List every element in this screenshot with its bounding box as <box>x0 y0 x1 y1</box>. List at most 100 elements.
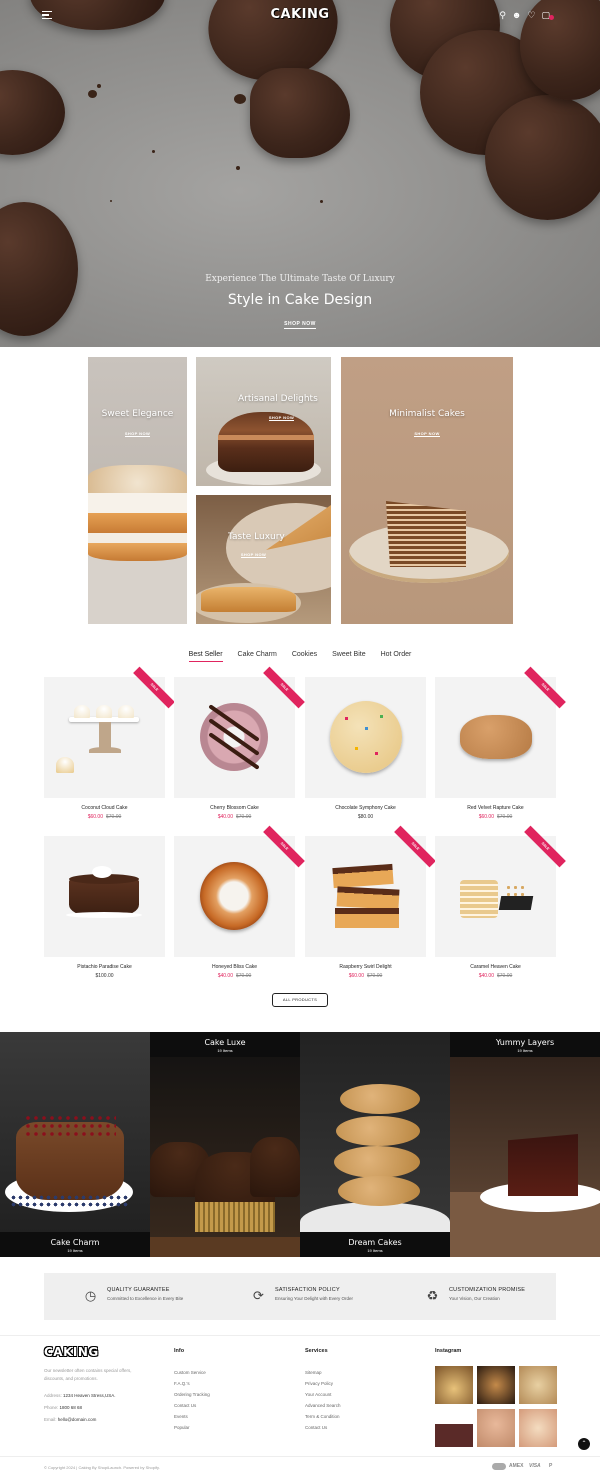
cookie-crumb <box>236 166 240 170</box>
banner-taste-luxury[interactable]: Taste Luxury SHOP NOW <box>196 495 331 624</box>
product-price: $60.00 $70.00 <box>435 814 556 820</box>
product-name[interactable]: Caramel Heaven Cake <box>435 964 556 970</box>
product-image[interactable] <box>305 836 426 957</box>
hero-shop-now-button[interactable]: SHOP NOW <box>284 321 316 329</box>
product-card[interactable]: SALE Honeyed Bliss Cake $40.00 $70.00 <box>174 825 305 979</box>
cookie-crumb <box>88 90 97 98</box>
instagram-image[interactable] <box>519 1366 557 1404</box>
footer-link[interactable]: Sitemap <box>305 1370 322 1375</box>
footer-link[interactable]: Events <box>174 1414 188 1419</box>
phone-label: Phone: <box>44 1405 59 1410</box>
cookie-image <box>485 95 600 220</box>
price-current: $40.00 <box>478 973 494 979</box>
product-name[interactable]: Coconut Cloud Cake <box>44 805 165 811</box>
scroll-to-top-button[interactable]: ⌃ <box>578 1438 590 1450</box>
price-old: $70.00 <box>367 973 383 979</box>
footer-logo[interactable]: CAKING <box>44 1345 99 1359</box>
banner-shop-now-button[interactable]: SHOP NOW <box>414 431 440 437</box>
product-image[interactable] <box>44 677 165 798</box>
product-image[interactable] <box>435 677 556 798</box>
footer-link[interactable]: Term & Condition <box>305 1414 340 1419</box>
instagram-image[interactable] <box>477 1366 515 1404</box>
instagram-image[interactable] <box>435 1409 473 1447</box>
footer-email: Email: hello@domain.com <box>44 1417 96 1422</box>
footer-link[interactable]: F.A.Q.'s <box>174 1381 190 1386</box>
policies-bar: ◷ QUALITY GUARANTEE Committed to Excelle… <box>44 1273 556 1320</box>
footer-link[interactable]: Privacy Policy <box>305 1381 333 1386</box>
instagram-image[interactable] <box>519 1409 557 1447</box>
policy-title: QUALITY GUARANTEE <box>107 1287 170 1293</box>
product-image[interactable] <box>44 836 165 957</box>
product-name[interactable]: Raspberry Swirl Delight <box>305 964 426 970</box>
price-current: $60.00 <box>348 973 364 979</box>
price-old: $70.00 <box>106 814 122 820</box>
collection-title: Dream Cakes <box>348 1238 402 1247</box>
collection-count: 19 Items <box>67 1248 83 1253</box>
cake-icon: ♻ <box>426 1288 439 1303</box>
product-card[interactable]: Pistachio Paradise Cake $100.00 <box>44 836 165 979</box>
instagram-image[interactable] <box>477 1409 515 1447</box>
product-card[interactable]: Chocolate Symphony Cake $80.00 <box>305 677 426 820</box>
cookie-crumb <box>320 200 323 203</box>
tab-best-seller[interactable]: Best Seller <box>188 651 223 662</box>
tab-hot-order[interactable]: Hot Order <box>381 651 412 662</box>
footer-link[interactable]: Advanced Search <box>305 1403 341 1408</box>
banner-shop-now-button[interactable]: SHOP NOW <box>240 552 267 558</box>
policy-satisfaction: ⟳ SATISFACTION POLICY Ensuring Your Deli… <box>250 1287 353 1304</box>
price-old: $70.00 <box>497 814 513 820</box>
all-products-button[interactable]: ALL PRODUCTS <box>272 993 328 1007</box>
footer-link[interactable]: Popular <box>174 1425 190 1430</box>
banner-shop-now-button[interactable]: SHOP NOW <box>124 431 151 437</box>
email-value[interactable]: hello@domain.com <box>58 1417 97 1422</box>
product-name[interactable]: Honeyed Bliss Cake <box>174 964 295 970</box>
instagram-image[interactable] <box>435 1366 473 1404</box>
footer-link[interactable]: Your Account <box>305 1392 331 1397</box>
product-image[interactable] <box>435 836 556 957</box>
product-card[interactable]: SALE Cherry Blossom Cake $40.00 $70.00 <box>174 666 305 820</box>
policy-title: SATISFACTION POLICY <box>275 1287 340 1293</box>
price-current: $60.00 <box>87 814 103 820</box>
footer-divider <box>0 1335 600 1336</box>
banner-sweet-elegance[interactable]: Sweet Elegance SHOP NOW <box>88 357 187 624</box>
collection-cake-luxe[interactable]: Cake Luxe 19 Items <box>150 1032 300 1257</box>
hero-title: Style in Cake Design <box>227 292 373 308</box>
footer-link[interactable]: Contact Us <box>305 1425 327 1430</box>
collection-count: 19 Items <box>217 1048 233 1053</box>
tab-sweet-bite[interactable]: Sweet Bite <box>332 651 365 662</box>
policy-subtitle: Ensuring Your Delight with Every Order <box>275 1296 354 1301</box>
cake-image <box>88 513 187 533</box>
product-name[interactable]: Red Velvet Rapture Cake <box>435 805 556 811</box>
heart-icon[interactable]: ♡ <box>527 10 535 20</box>
footer-link[interactable]: Contact Us <box>174 1403 196 1408</box>
banner-shop-now-wrap: SHOP NOW <box>341 431 513 437</box>
product-card[interactable]: SALE Red Velvet Rapture Cake $60.00 $70.0… <box>435 666 566 820</box>
product-name[interactable]: Pistachio Paradise Cake <box>44 964 165 970</box>
product-name[interactable]: Chocolate Symphony Cake <box>305 805 426 811</box>
product-price: $80.00 <box>305 814 426 820</box>
collection-dream-cakes[interactable]: Dream Cakes 19 Items <box>300 1032 450 1257</box>
hero-shop-now-wrap: SHOP NOW <box>0 321 600 329</box>
footer-link[interactable]: Custom Service <box>174 1370 206 1375</box>
product-name[interactable]: Cherry Blossom Cake <box>174 805 295 811</box>
banner-shop-now-button[interactable]: SHOP NOW <box>268 415 295 421</box>
footer-address: Address: 1234 Heaven Stress,USA. <box>44 1393 116 1398</box>
footer-link[interactable]: Ordering Tracking <box>174 1392 210 1397</box>
product-image[interactable] <box>305 677 426 798</box>
collection-cake-charm[interactable]: Cake Charm 19 Items <box>0 1032 150 1257</box>
cake-image <box>88 533 187 543</box>
banner-minimalist-cakes[interactable]: Minimalist Cakes SHOP NOW <box>341 357 513 624</box>
footer-instagram-title: Instagram <box>435 1348 462 1354</box>
product-card[interactable]: SALE Raspberry Swirl Delight $60.00 $70.0… <box>305 825 436 979</box>
tab-cookies[interactable]: Cookies <box>292 651 317 662</box>
product-card[interactable]: SALE Caramel Heaven Cake $40.00 $70.00 <box>435 825 566 979</box>
product-image[interactable] <box>174 677 295 798</box>
payment-paypal-icon: P <box>549 1463 553 1469</box>
banner-artisanal-delights[interactable]: Artisanal Delights SHOP NOW <box>196 357 331 486</box>
product-card[interactable]: SALE Coconut Cloud Cake $60.00 $70.00 <box>44 666 175 820</box>
user-icon[interactable]: ☻ <box>512 10 521 20</box>
search-icon[interactable]: ⚲ <box>499 10 506 20</box>
product-image[interactable] <box>174 836 295 957</box>
collection-yummy-layers[interactable]: Yummy Layers 19 Items <box>450 1032 600 1257</box>
footer-phone: Phone: 1800 68 68 <box>44 1405 82 1410</box>
tab-cake-charm[interactable]: Cake Charm <box>238 651 277 662</box>
